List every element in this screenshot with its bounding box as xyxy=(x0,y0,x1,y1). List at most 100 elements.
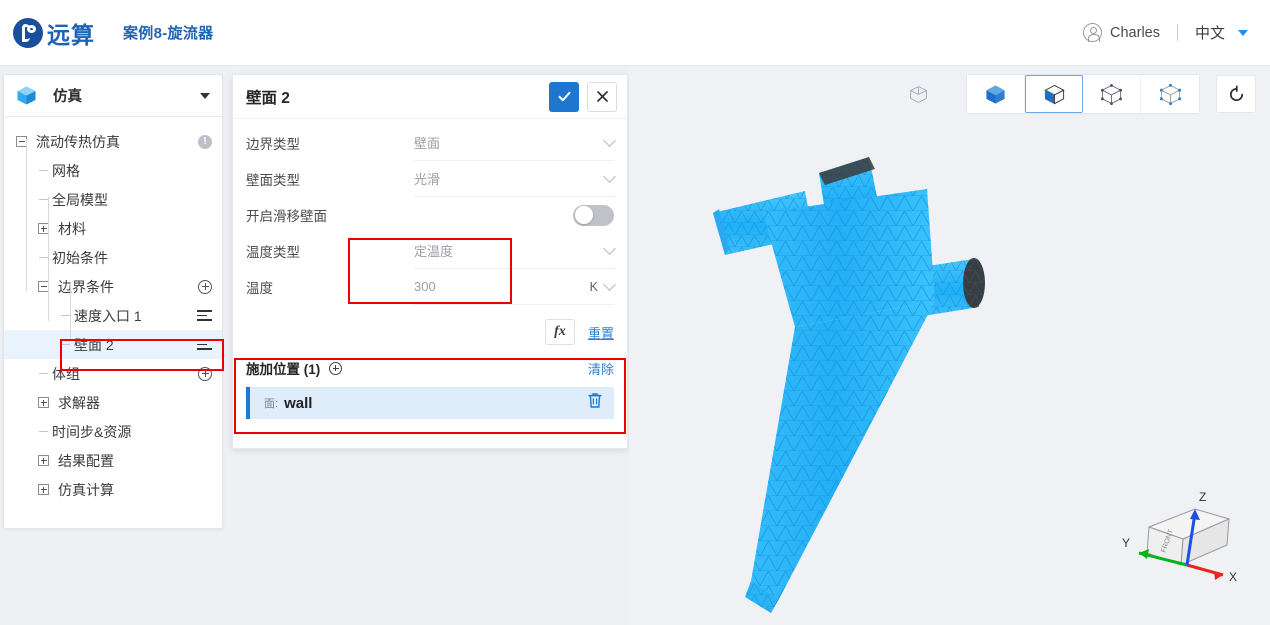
sidebar-item-3[interactable]: 材料 xyxy=(4,214,222,243)
list-menu-icon[interactable] xyxy=(197,339,212,350)
sidebar-item-label: 网格 xyxy=(52,162,80,179)
sidebar-header[interactable]: 仿真 xyxy=(4,75,222,117)
select-field[interactable]: 壁面 xyxy=(414,125,616,161)
sidebar-item-12[interactable]: 仿真计算 xyxy=(4,475,222,504)
field-row-3: 温度类型 定温度 xyxy=(246,233,616,269)
sidebar-item-label: 时间步&资源 xyxy=(52,423,132,440)
wireframe-icon[interactable] xyxy=(1083,75,1141,113)
sidebar-item-label: 流动传热仿真 xyxy=(36,133,120,150)
user-avatar-icon xyxy=(1083,23,1103,43)
reset-link[interactable]: 重置 xyxy=(588,323,614,342)
sidebar-item-label: 求解器 xyxy=(58,394,100,411)
user-name-label[interactable]: Charles xyxy=(1110,25,1160,41)
panel-title: 壁面 2 xyxy=(246,89,290,107)
select-field[interactable]: 定温度 xyxy=(414,233,616,269)
sidebar-item-11[interactable]: 结果配置 xyxy=(4,446,222,475)
chevron-down-icon[interactable] xyxy=(603,134,616,147)
header-divider xyxy=(1176,24,1178,41)
tree-connector xyxy=(39,257,48,258)
field-label: 边界类型 xyxy=(246,137,300,152)
top-header-bar: 远算 案例8-旋流器 Charles 中文 xyxy=(0,0,1270,66)
field-value: 定温度 xyxy=(414,244,454,259)
caret-down-icon[interactable] xyxy=(200,92,210,99)
expand-icon[interactable] xyxy=(38,455,49,466)
field-value: 300 xyxy=(414,279,436,294)
applied-location-section: 施加位置 (1) 清除 面: wall xyxy=(233,347,627,419)
tree-connector xyxy=(39,199,48,200)
select-field[interactable]: 光滑 xyxy=(414,161,616,197)
sidebar-item-7[interactable]: 壁面 2 xyxy=(4,330,222,359)
cancel-button[interactable] xyxy=(587,81,617,112)
chevron-down-icon[interactable] xyxy=(603,278,616,291)
viewport-toolbar xyxy=(898,74,1256,114)
field-label: 温度类型 xyxy=(246,245,300,260)
chevron-down-icon[interactable] xyxy=(603,242,616,255)
bbox-outline-icon[interactable] xyxy=(898,75,938,113)
field-row-4: 温度 300 K xyxy=(246,269,616,305)
sidebar-item-2[interactable]: 全局模型 xyxy=(4,185,222,214)
slip-wall-toggle[interactable] xyxy=(573,204,614,226)
clear-link[interactable]: 清除 xyxy=(588,359,614,378)
plus-circle-icon[interactable] xyxy=(198,366,212,381)
sidebar-item-10[interactable]: 时间步&资源 xyxy=(4,417,222,446)
tree-connector xyxy=(39,373,48,374)
sidebar-item-label: 结果配置 xyxy=(58,452,114,469)
plus-circle-icon[interactable] xyxy=(329,361,343,375)
header-right-controls: Charles 中文 xyxy=(1083,22,1248,43)
formula-button[interactable]: fx xyxy=(544,319,575,345)
location-item-prefix: 面: xyxy=(264,398,279,410)
tree-connector xyxy=(39,431,48,432)
sidebar-item-label: 材料 xyxy=(58,220,86,237)
location-title: 施加位置 (1) xyxy=(246,362,321,377)
expand-icon[interactable] xyxy=(38,484,49,495)
reset-view-icon[interactable] xyxy=(1216,75,1256,113)
expand-icon[interactable] xyxy=(38,397,49,408)
view-mode-group xyxy=(966,74,1200,114)
app-root: 远算 案例8-旋流器 Charles 中文 仿真 流动传热仿真! 网格全局模型材料… xyxy=(0,0,1270,625)
sidebar-item-8[interactable]: 体组 xyxy=(4,359,222,388)
field-row-0: 边界类型 壁面 xyxy=(246,125,616,161)
sidebar-item-label: 速度入口 1 xyxy=(74,307,142,324)
field-label: 壁面类型 xyxy=(246,173,300,188)
confirm-button[interactable] xyxy=(549,81,579,112)
location-item-name: wall xyxy=(284,394,313,412)
chevron-down-icon[interactable] xyxy=(1238,29,1248,36)
plus-circle-icon[interactable] xyxy=(198,279,212,294)
app-logo[interactable]: 远算 xyxy=(13,16,95,50)
cube-icon xyxy=(16,85,37,106)
cyclone-separator-mesh xyxy=(709,151,1039,625)
tree-guide-line xyxy=(48,197,49,321)
language-label[interactable]: 中文 xyxy=(1195,22,1225,43)
sidebar-item-9[interactable]: 求解器 xyxy=(4,388,222,417)
tree-connector xyxy=(61,344,70,345)
field-label: 开启滑移壁面 xyxy=(246,209,327,224)
sidebar-item-label: 边界条件 xyxy=(58,278,114,295)
sidebar-item-1[interactable]: 网格 xyxy=(4,156,222,185)
sidebar-item-4[interactable]: 初始条件 xyxy=(4,243,222,272)
yuansuan-logo-icon xyxy=(13,17,43,48)
axis-triad-widget[interactable]: FRONT Y X Z xyxy=(1119,481,1249,601)
3d-viewport[interactable]: FRONT Y X Z xyxy=(629,66,1270,625)
panel-header: 壁面 2 xyxy=(233,75,627,119)
field-label: 温度 xyxy=(246,281,273,296)
location-header: 施加位置 (1) 清除 xyxy=(246,356,614,380)
trash-icon[interactable] xyxy=(587,392,603,414)
mesh-cone-body xyxy=(745,301,935,613)
location-list-item[interactable]: 面: wall xyxy=(246,387,614,419)
sidebar-item-label: 仿真计算 xyxy=(58,481,114,498)
sidebar-title: 仿真 xyxy=(53,89,82,105)
solid-cube-icon[interactable] xyxy=(967,75,1025,113)
sidebar-item-label: 初始条件 xyxy=(52,249,108,266)
sidebar-item-6[interactable]: 速度入口 1 xyxy=(4,301,222,330)
sidebar-item-label: 壁面 2 xyxy=(74,336,114,353)
sidebar-item-0[interactable]: 流动传热仿真! xyxy=(4,127,222,156)
list-menu-icon[interactable] xyxy=(197,310,212,321)
warning-icon[interactable]: ! xyxy=(198,134,212,149)
number-field[interactable]: 300 K xyxy=(414,269,616,305)
field-value: 壁面 xyxy=(414,136,441,151)
sidebar-item-5[interactable]: 边界条件 xyxy=(4,272,222,301)
surface-edges-icon[interactable] xyxy=(1025,75,1083,113)
chevron-down-icon[interactable] xyxy=(603,170,616,183)
points-icon[interactable] xyxy=(1141,75,1199,113)
field-value-wrap xyxy=(414,197,614,233)
